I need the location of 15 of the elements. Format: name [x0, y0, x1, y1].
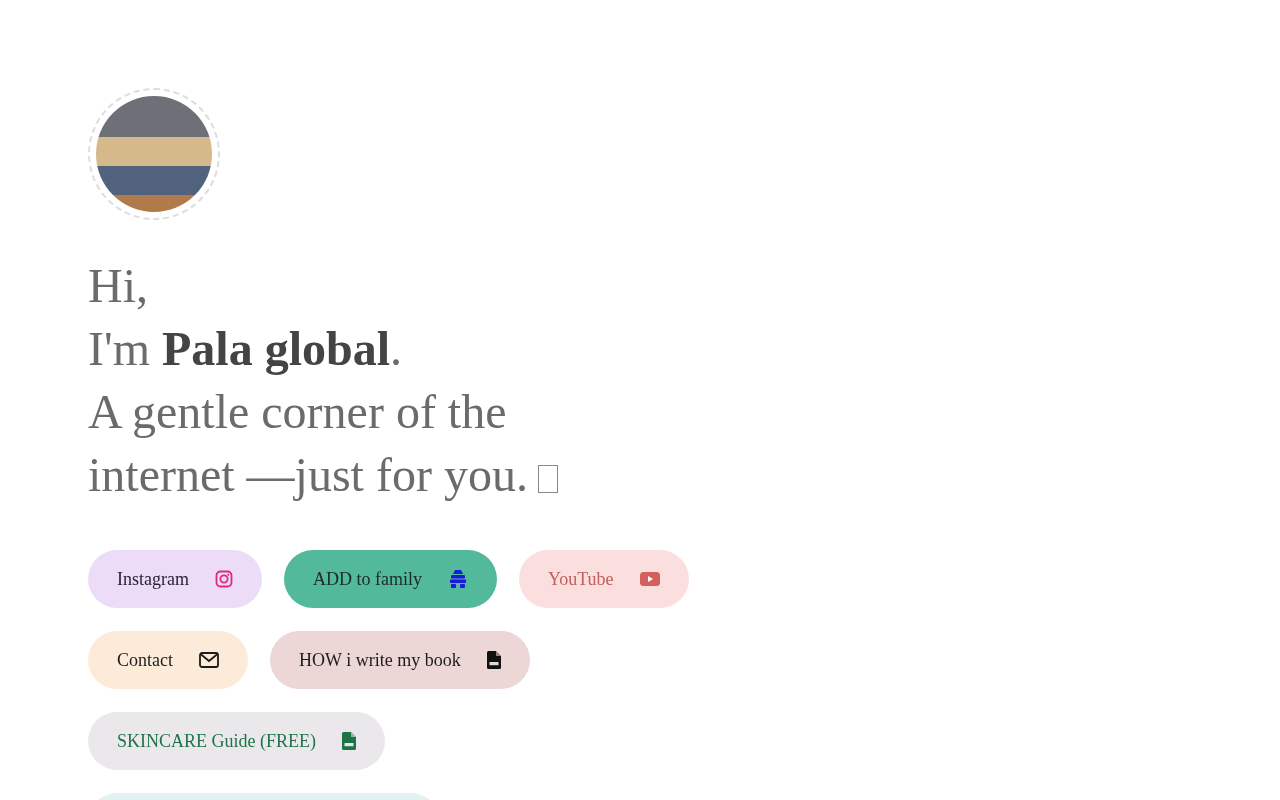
link-label: ADD to family: [313, 568, 422, 590]
link-button[interactable]: SKINCARE Guide (FREE): [88, 712, 385, 770]
greeting: Hi,: [88, 258, 148, 314]
link-button[interactable]: Contact: [88, 631, 248, 689]
link-button[interactable]: HOW i write my book: [270, 631, 530, 689]
link-label: SKINCARE Guide (FREE): [117, 730, 316, 752]
link-button[interactable]: ADD to family: [284, 550, 497, 608]
intro: I'm Pala global.: [88, 321, 402, 377]
tagline: A gentle corner of the internet —just for you.: [88, 385, 528, 501]
link-button[interactable]: Instagram: [88, 550, 262, 608]
link-label: HOW i write my book: [299, 649, 461, 671]
link-label: Contact: [117, 649, 173, 671]
missing-glyph-icon: [537, 465, 558, 493]
link-label: YouTube: [547, 568, 614, 590]
link-label: Instagram: [117, 568, 189, 590]
